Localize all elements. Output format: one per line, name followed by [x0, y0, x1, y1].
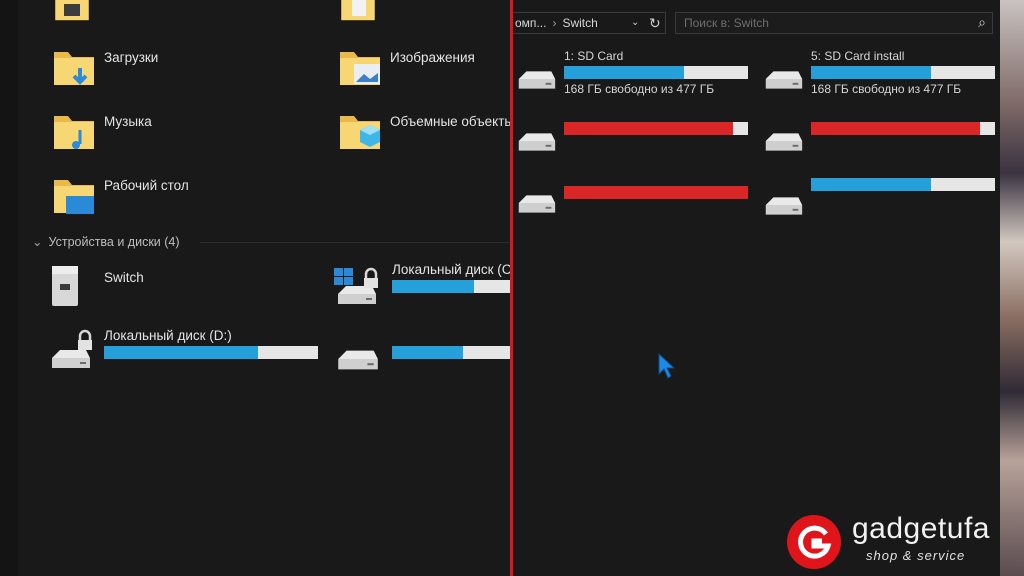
- 3d-objects-folder-item[interactable]: Объемные объекты: [336, 108, 510, 158]
- gadgetufa-logo-icon: [787, 515, 841, 569]
- drive-usage-bar: [392, 346, 510, 359]
- drive-usage-fill: [392, 346, 463, 359]
- search-icon[interactable]: ⌕: [978, 14, 986, 31]
- music-folder-item[interactable]: Музыка: [50, 108, 290, 158]
- search-input[interactable]: Поиск в: Switch ⌕: [675, 12, 993, 34]
- drive-label: Локальный диск (D:): [104, 328, 232, 343]
- chevron-down-icon: ⌄: [32, 235, 43, 249]
- drive-usage-fill: [811, 66, 931, 79]
- downloads-folder-icon: [50, 44, 98, 92]
- video-folder-icon[interactable]: [52, 0, 92, 26]
- drive-tile[interactable]: [760, 108, 1000, 158]
- drive-usage-fill: [564, 122, 734, 135]
- mouse-cursor-icon: [658, 352, 676, 379]
- drive-usage-bar: [811, 66, 995, 79]
- drive-tile[interactable]: [760, 172, 1000, 222]
- drive-icon: [765, 197, 803, 215]
- drive-label: Локальный диск (C: [392, 262, 510, 277]
- navigation-pane-edge: [0, 0, 18, 576]
- folder-label: Объемные объекты: [390, 114, 510, 129]
- drive-item[interactable]: [332, 330, 510, 380]
- section-title: Устройства и диски (4): [48, 235, 180, 249]
- pictures-folder-item[interactable]: Изображения: [336, 44, 510, 94]
- breadcrumb-current[interactable]: Switch: [562, 16, 597, 30]
- watermark-tagline: shop & service: [866, 548, 966, 563]
- sd-card-install-tile[interactable]: 5: SD Card install 168 ГБ свободно из 47…: [760, 44, 1000, 100]
- documents-folder-icon[interactable]: [338, 0, 378, 26]
- drive-name: 5: SD Card install: [811, 49, 905, 63]
- address-bar[interactable]: омп... › Switch ⌄ ↻: [513, 12, 666, 34]
- folder-label: Рабочий стол: [104, 178, 189, 193]
- drive-icon: [765, 133, 803, 151]
- drive-icon: [518, 71, 556, 89]
- desktop-folder-item[interactable]: Рабочий стол: [50, 172, 290, 222]
- drive-icon: [518, 195, 556, 213]
- folder-label: Музыка: [104, 114, 152, 129]
- folder-label: Изображения: [390, 50, 475, 65]
- drive-icon: [338, 350, 378, 370]
- breadcrumb: омп... › Switch: [515, 16, 598, 30]
- 3d-objects-folder-icon: [336, 108, 380, 156]
- device-icon: [52, 266, 78, 306]
- device-label: Switch: [104, 270, 144, 285]
- breadcrumb-parent[interactable]: омп...: [515, 16, 546, 30]
- drive-usage-fill: [811, 122, 981, 135]
- drive-usage-bar: [811, 122, 995, 135]
- drive-usage-fill: [564, 186, 748, 199]
- drive-usage-fill: [811, 178, 931, 191]
- local-disk-d-item[interactable]: Локальный диск (D:): [46, 326, 326, 382]
- drive-usage-bar: [811, 178, 995, 191]
- drive-icon: [765, 71, 803, 89]
- drive-usage-fill: [392, 280, 474, 293]
- address-toolbar: омп... › Switch ⌄ ↻ Поиск в: Switch ⌕: [513, 8, 1000, 36]
- drive-tile[interactable]: [513, 108, 753, 158]
- devices-section-header[interactable]: ⌄ Устройства и диски (4): [32, 234, 180, 249]
- drive-icon: [518, 133, 556, 151]
- downloads-folder-item[interactable]: Загрузки: [50, 44, 290, 94]
- local-disk-c-item[interactable]: Локальный диск (C: [332, 260, 510, 316]
- drive-usage-bar: [564, 122, 748, 135]
- refresh-icon[interactable]: ↻: [649, 15, 661, 32]
- drive-usage-fill: [564, 66, 684, 79]
- drive-tile[interactable]: [513, 172, 753, 222]
- sd-card-1-tile[interactable]: 1: SD Card 168 ГБ свободно из 477 ГБ: [513, 44, 753, 100]
- search-placeholder: Поиск в: Switch: [684, 16, 769, 30]
- breadcrumb-separator-icon: ›: [552, 16, 557, 30]
- drive-usage-bar: [564, 66, 748, 79]
- drive-usage-bar: [392, 280, 510, 293]
- left-explorer-pane: Загрузки Изображения Музыка Объемные объ…: [0, 0, 510, 576]
- folder-label: Загрузки: [104, 50, 159, 65]
- pictures-folder-icon: [336, 44, 380, 92]
- locked-drive-icon: [52, 329, 92, 368]
- switch-device-item[interactable]: Switch: [46, 262, 286, 314]
- music-folder-icon: [50, 108, 98, 149]
- drive-usage-bar: [104, 346, 318, 359]
- drive-free-space: 168 ГБ свободно из 477 ГБ: [564, 82, 715, 96]
- chevron-down-icon[interactable]: ⌄: [631, 17, 639, 28]
- desktop-wallpaper-strip: [1000, 0, 1024, 576]
- drive-usage-fill: [104, 346, 259, 359]
- drive-name: 1: SD Card: [564, 49, 624, 63]
- windows-drive-icon: [334, 267, 378, 304]
- right-explorer-pane: омп... › Switch ⌄ ↻ Поиск в: Switch ⌕ 1: S…: [513, 0, 1000, 576]
- watermark-brand: gadgetufa: [852, 512, 990, 545]
- drive-free-space: 168 ГБ свободно из 477 ГБ: [811, 82, 962, 96]
- section-divider: [200, 242, 510, 243]
- desktop-folder-icon: [50, 172, 94, 214]
- drive-usage-bar: [564, 186, 748, 199]
